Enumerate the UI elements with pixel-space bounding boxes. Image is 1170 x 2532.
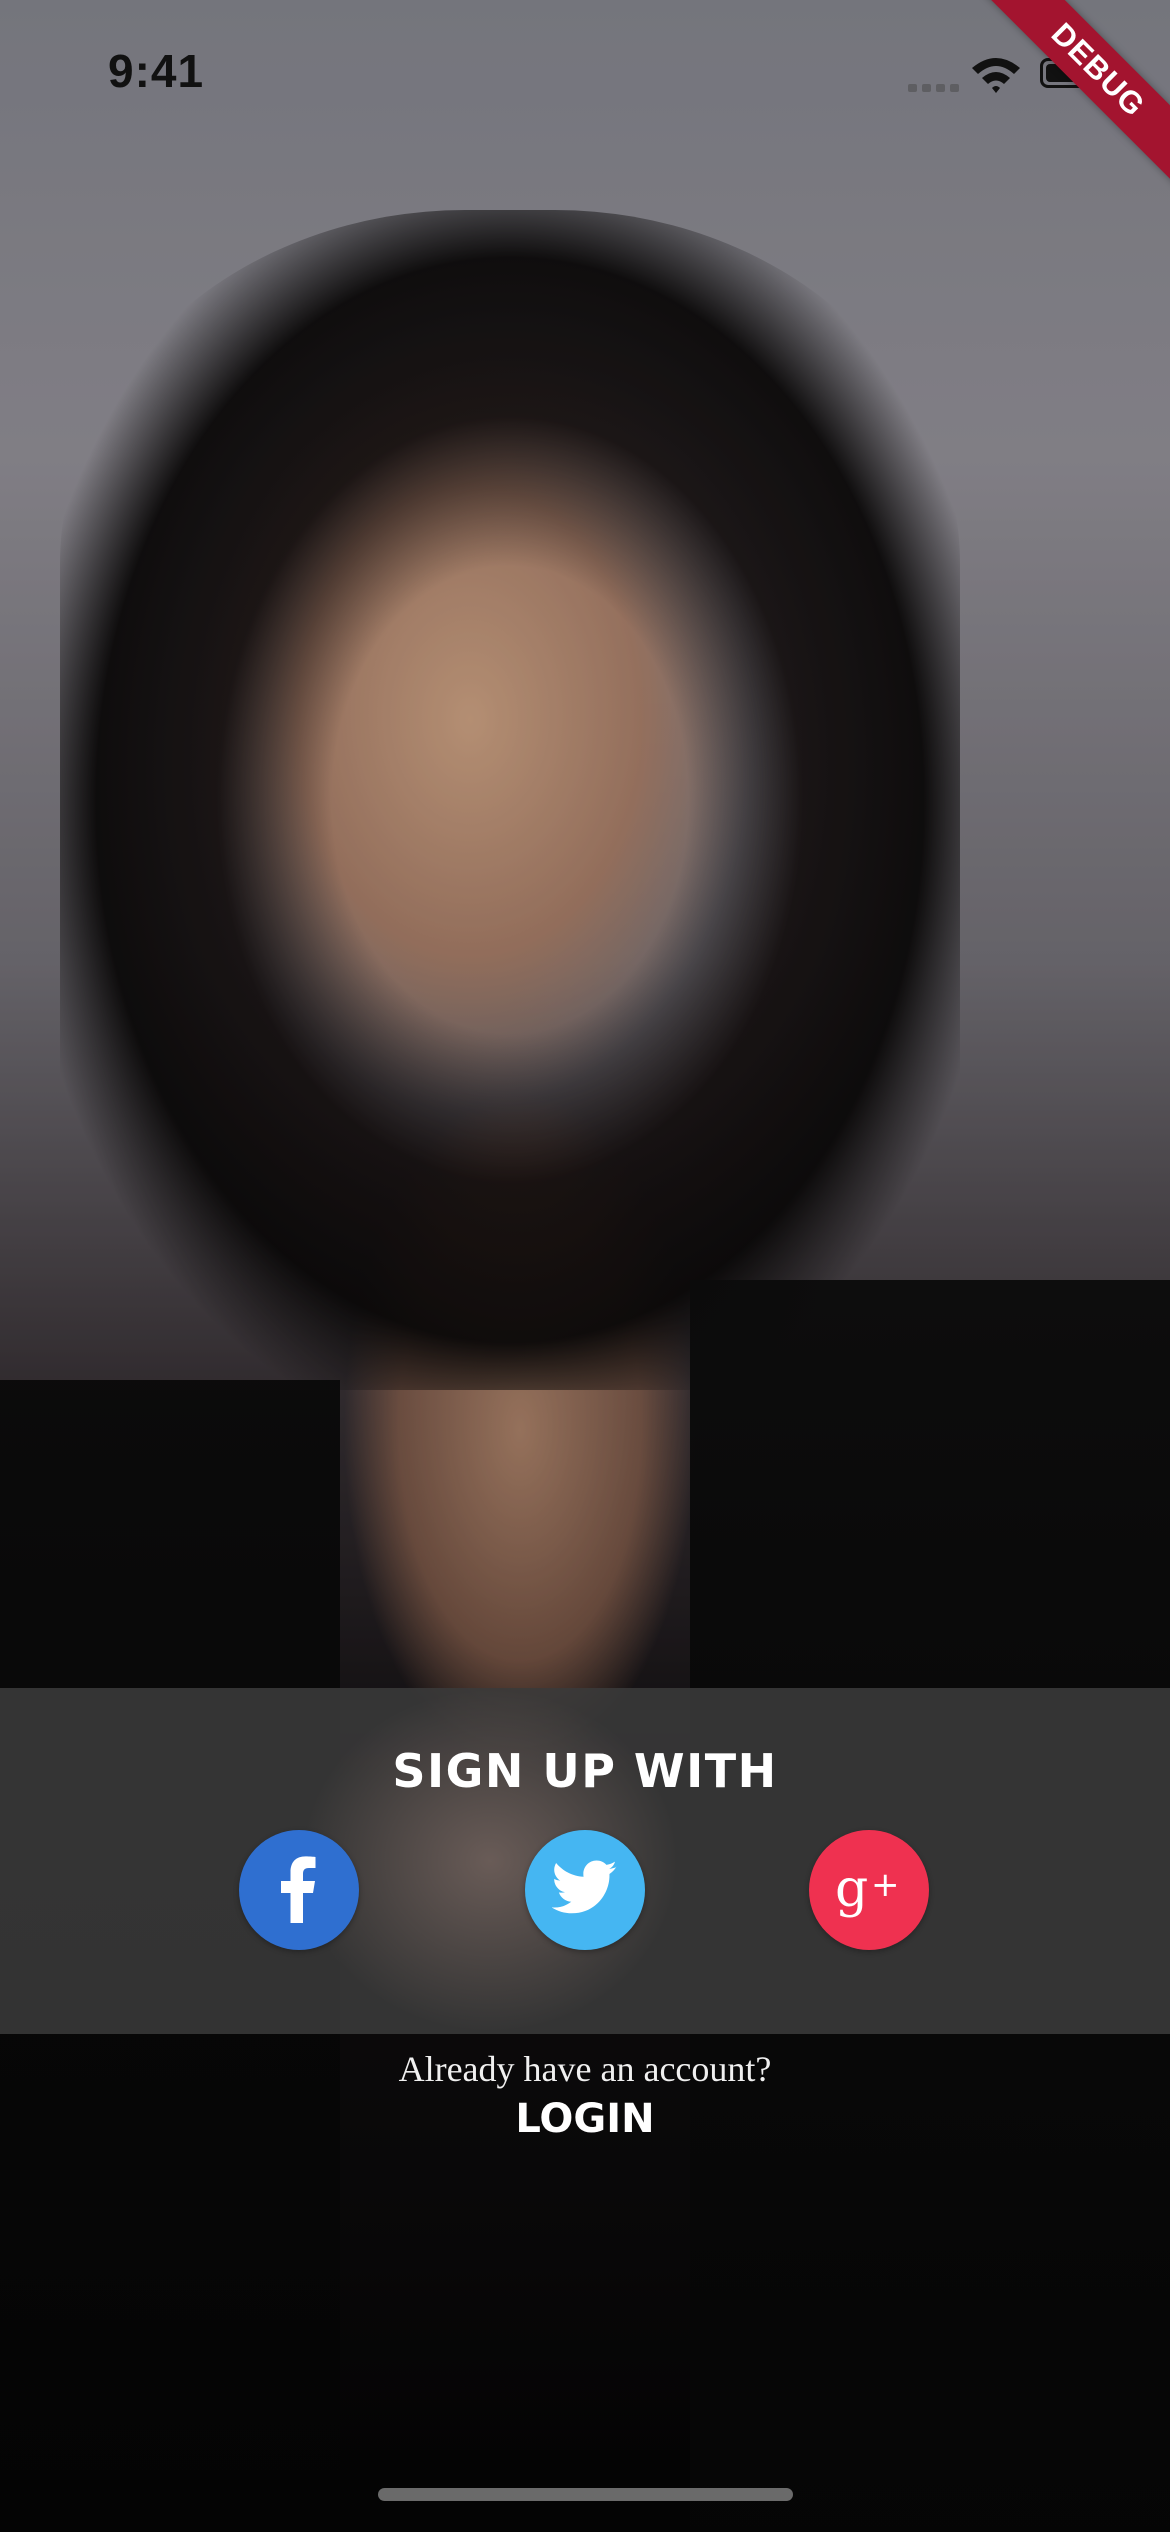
status-bar: 9:41 — [0, 0, 1170, 140]
facebook-signup-button[interactable] — [239, 1830, 359, 1950]
google-plus-signup-button[interactable]: g + — [809, 1830, 929, 1950]
twitter-icon — [551, 1860, 618, 1920]
google-plus-icon: g + — [831, 1856, 907, 1924]
already-have-account-text: Already have an account? — [398, 2049, 772, 2089]
facebook-icon — [269, 1853, 329, 1927]
cellular-signal-icon — [908, 84, 960, 92]
home-indicator[interactable] — [378, 2488, 793, 2501]
svg-text:g: g — [835, 1859, 868, 1919]
wifi-icon — [970, 54, 1022, 94]
status-time: 9:41 — [108, 45, 205, 97]
sign-up-screen: 9:41 DEBUG SIGN UP WITH g + Already have… — [0, 0, 1170, 2532]
login-link[interactable]: LOGIN — [0, 2096, 1170, 2142]
signup-panel: SIGN UP WITH g + — [0, 1688, 1170, 2034]
svg-text:+: + — [871, 1865, 900, 1905]
twitter-signup-button[interactable] — [525, 1830, 645, 1950]
signup-title: SIGN UP WITH — [392, 1744, 778, 1798]
background-dim-overlay — [0, 0, 1170, 2532]
